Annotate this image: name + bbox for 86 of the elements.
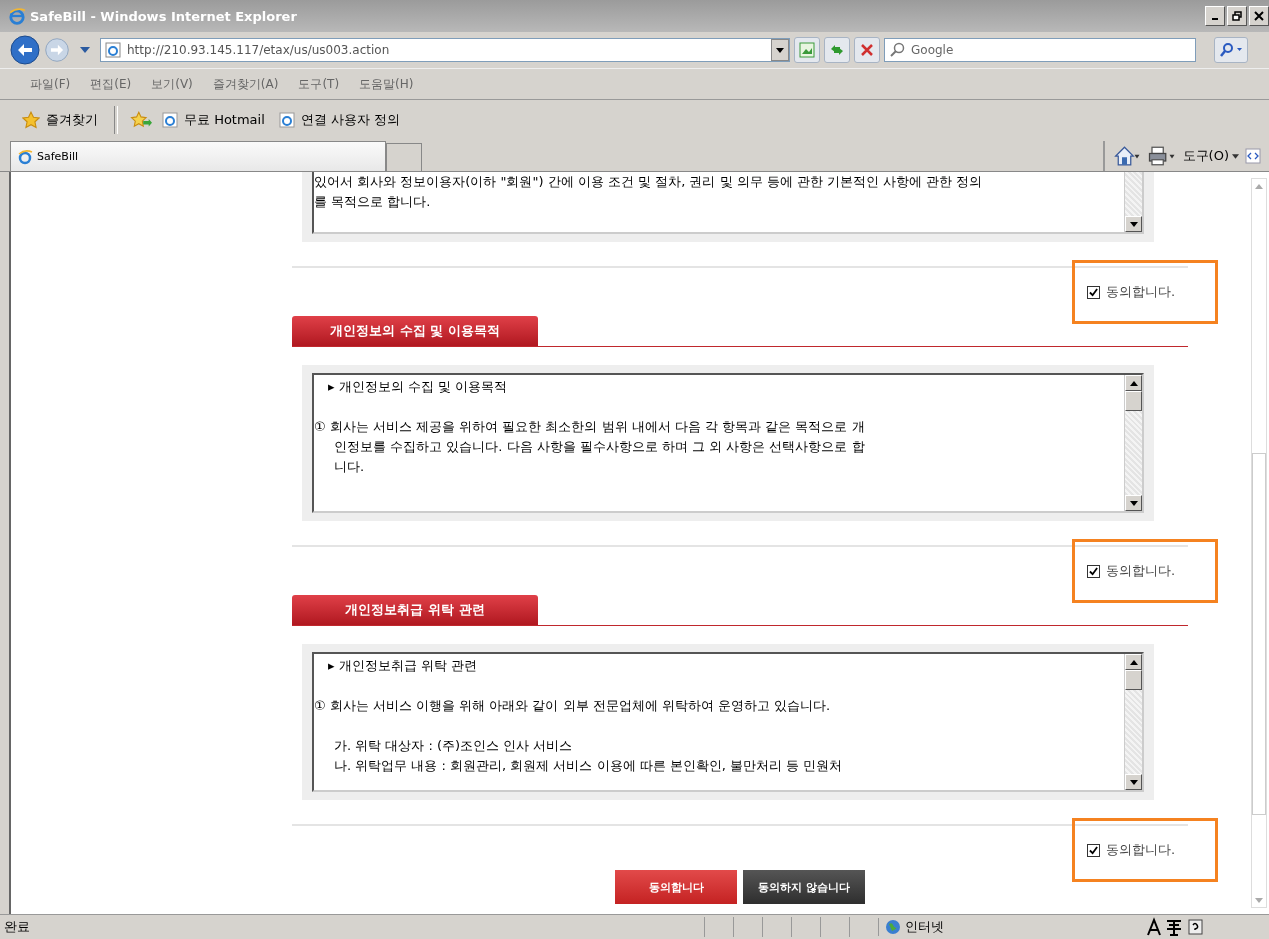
section-heading: 개인정보의 수집 및 이용목적: [292, 316, 538, 346]
check-icon: [1089, 845, 1098, 855]
page-icon: [162, 112, 178, 128]
refresh-button[interactable]: [824, 37, 850, 63]
check-icon: [1089, 566, 1098, 576]
close-button[interactable]: [1249, 6, 1269, 26]
search-field[interactable]: Google: [884, 38, 1196, 62]
terms-text: 를 목적으로 합니다.: [314, 193, 432, 211]
terms-text: 가. 위탁 대상자 : (주)조인스 인사 서비스: [333, 737, 574, 755]
url-text: http://210.93.145.117/etax/us/us003.action: [127, 43, 391, 57]
address-field[interactable]: http://210.93.145.117/etax/us/us003.action: [100, 38, 790, 62]
scrollbar[interactable]: [1124, 654, 1142, 790]
compatibility-button[interactable]: [794, 37, 820, 63]
search-icon: [1219, 42, 1243, 58]
browser-tab[interactable]: SafeBill: [10, 141, 386, 171]
tools-menu[interactable]: 도구(O): [1182, 147, 1239, 165]
scroll-thumb[interactable]: [1125, 391, 1142, 411]
caret-icon: [776, 47, 784, 53]
favorite-link[interactable]: 연결 사용자 정의: [274, 111, 405, 129]
down-arrow-icon: [1129, 221, 1138, 227]
menu-item[interactable]: 즐겨찾기(A): [212, 75, 279, 93]
browser-logo-icon: [8, 7, 26, 25]
print-button[interactable]: [1146, 146, 1177, 166]
down-arrow-icon: [1129, 779, 1138, 785]
globe-icon: [885, 919, 901, 935]
terms-text-area[interactable]: 있어서 회사와 정보이용자(이하 "회원") 간에 이용 조건 및 절차, 권리 및 의무 등에 관한 기본적인 사항에 관한 정의 를 목적으로 합니다.: [312, 172, 1144, 234]
up-arrow-icon: [1129, 380, 1138, 386]
window-title: SafeBill - Windows Internet Explorer: [30, 8, 298, 24]
code-button[interactable]: [1245, 148, 1261, 164]
search-icon: [889, 42, 905, 58]
page-icon: [105, 42, 121, 58]
terms-text: 니다.: [333, 458, 366, 476]
agree-checkbox[interactable]: 동의합니다.: [1072, 260, 1218, 324]
menu-item[interactable]: 편집(E): [90, 75, 132, 93]
security-zone: 인터넷: [878, 918, 1125, 936]
agree-choice-button[interactable]: 동의합니다: [615, 870, 737, 904]
dropdown-button[interactable]: [771, 39, 789, 61]
terms-text-area[interactable]: ▸ 개인정보취급 위탁 관련 ① 회사는 서비스 이행을 위해 아래와 같이 외부 전문업체에 위탁하여 운영하고 있습니다. 가. 위탁 대상자 : (주)조인스 인사 서비스 나. 위탁업무 내용 : 회원관리, 회원제 서비스 이용에 따른 본인확인, 불만처리 등 민원처: [312, 652, 1144, 792]
stop-icon: [859, 42, 875, 58]
minimize-icon: [1212, 18, 1218, 20]
minimize-button[interactable]: [1205, 6, 1225, 26]
menu-item[interactable]: 도움말(H): [359, 75, 414, 93]
close-icon: [1254, 11, 1264, 21]
status-text: 완료: [3, 918, 31, 936]
search-button[interactable]: [1214, 37, 1248, 63]
stop-button[interactable]: [854, 37, 880, 63]
back-button[interactable]: [10, 35, 40, 65]
home-icon: [1112, 146, 1141, 166]
terms-text: ▸ 개인정보의 수집 및 이용목적: [327, 378, 509, 396]
terms-text: ① 회사는 서비스 제공을 위하여 필요한 최소한의 범위 내에서 다음 각 항목과 같은 목적으로 개: [314, 418, 866, 436]
page-scrollbar[interactable]: [1251, 178, 1267, 908]
favorite-link[interactable]: 무료 Hotmail: [158, 111, 269, 129]
page-icon: [278, 112, 295, 128]
scroll-thumb[interactable]: [1125, 670, 1142, 690]
picture-page-icon: [799, 42, 815, 58]
star-icon: [22, 111, 40, 129]
menu-item[interactable]: 보기(V): [151, 75, 193, 93]
printer-icon: [1146, 146, 1177, 166]
restore-icon: [1232, 11, 1242, 21]
agree-choice-button[interactable]: 동의하지 않습니다: [743, 870, 865, 904]
home-button[interactable]: [1112, 146, 1141, 166]
down-arrow-icon: [1255, 897, 1263, 903]
terms-text: 나. 위탁업무 내용 : 회원관리, 회원제 서비스 이용에 따른 본인확인, 불만처리 등 민원처: [333, 757, 844, 775]
caret-icon: [1232, 153, 1239, 159]
input-method-icon[interactable]: [1145, 917, 1205, 937]
menu-item[interactable]: 도구(T): [298, 75, 340, 93]
up-arrow-icon: [1129, 659, 1138, 665]
terms-text-area[interactable]: ▸ 개인정보의 수집 및 이용목적 ① 회사는 서비스 제공을 위하여 필요한 최소한의 범위 내에서 다음 각 항목과 같은 목적으로 개 인정보를 수집하고 있습니다. 다음 사항을 필수사항으로 하며 그 외 사항은 선택사항으로 합 니다.: [312, 373, 1144, 513]
terms-text: ① 회사는 서비스 이행을 위해 아래와 같이 외부 전문업체에 위탁하여 운영하고 있습니다.: [314, 697, 832, 715]
dropdown-icon[interactable]: [80, 47, 90, 53]
terms-text: 인정보를 수집하고 있습니다. 다음 사항을 필수사항으로 하며 그 외 사항은 선택사항으로 합: [333, 438, 866, 456]
menu-item[interactable]: 파일(F): [30, 75, 71, 93]
agree-checkbox[interactable]: 동의합니다.: [1072, 818, 1218, 882]
terms-text: 있어서 회사와 정보이용자(이하 "회원") 간에 이용 조건 및 절차, 권리 및 의무 등에 관한 기본적인 사항에 관한 정의: [314, 173, 984, 191]
section-heading: 개인정보취급 위탁 관련: [292, 595, 538, 625]
favorites-button[interactable]: 즐겨찾기: [18, 111, 102, 129]
terms-text: ▸ 개인정보취급 위탁 관련: [327, 657, 478, 675]
code-icon: [1245, 148, 1261, 164]
down-arrow-icon: [1129, 500, 1138, 506]
restore-button[interactable]: [1227, 6, 1247, 26]
up-arrow-icon: [1255, 183, 1263, 189]
check-icon: [1089, 287, 1098, 297]
scrollbar[interactable]: [1124, 172, 1142, 232]
browser-logo-icon: [17, 148, 33, 165]
agree-checkbox[interactable]: 동의합니다.: [1072, 539, 1218, 603]
scrollbar[interactable]: [1124, 375, 1142, 511]
